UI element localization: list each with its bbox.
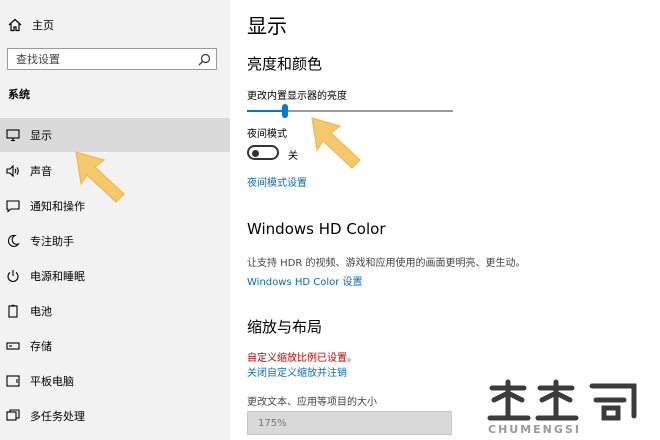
sidebar-item-battery[interactable]: 电池 bbox=[0, 294, 230, 328]
night-mode-toggle[interactable] bbox=[247, 145, 279, 160]
sidebar-item-label: 多任务处理 bbox=[30, 410, 85, 423]
slider-track bbox=[288, 110, 453, 112]
monitor-icon bbox=[6, 129, 20, 142]
sidebar: 主页 查找设置 系统 显示 声音 通知和操作 专注助手 电源和睡眠 电池 存储 … bbox=[0, 0, 230, 440]
main-content: 显示 亮度和颜色 更改内置显示器的亮度 夜间模式 关 夜间模式设置 Window… bbox=[230, 0, 660, 440]
brightness-slider-label: 更改内置显示器的亮度 bbox=[247, 91, 347, 102]
home-label: 主页 bbox=[32, 19, 54, 32]
home-link[interactable]: 主页 bbox=[8, 16, 54, 34]
sidebar-item-label: 声音 bbox=[30, 165, 52, 178]
sidebar-item-label: 电源和睡眠 bbox=[30, 270, 85, 283]
sidebar-item-label: 存储 bbox=[30, 340, 52, 353]
hdr-heading: Windows HD Color bbox=[247, 220, 386, 238]
multitask-icon bbox=[6, 409, 20, 421]
page-title: 显示 bbox=[247, 14, 287, 38]
scale-heading: 缩放与布局 bbox=[247, 318, 323, 336]
sidebar-item-label: 专注助手 bbox=[30, 235, 74, 248]
night-mode-settings-link[interactable]: 夜间模式设置 bbox=[247, 174, 307, 189]
sidebar-item-tablet[interactable]: 平板电脑 bbox=[0, 364, 230, 398]
scale-size-value: 175% bbox=[258, 417, 287, 429]
tablet-icon bbox=[6, 375, 20, 387]
battery-icon bbox=[8, 304, 18, 318]
scale-size-dropdown[interactable]: 175% bbox=[247, 411, 452, 435]
section-title: 系统 bbox=[8, 88, 30, 101]
night-mode-toggle-state: 关 bbox=[288, 151, 298, 162]
sidebar-item-display[interactable]: 显示 bbox=[0, 118, 230, 152]
hdr-settings-link[interactable]: Windows HD Color 设置 bbox=[247, 273, 363, 288]
sidebar-item-label: 显示 bbox=[30, 129, 52, 142]
search-input[interactable]: 查找设置 bbox=[7, 48, 217, 70]
moon-icon bbox=[7, 234, 20, 247]
brightness-heading: 亮度和颜色 bbox=[247, 55, 323, 73]
storage-icon bbox=[6, 342, 20, 350]
search-icon[interactable] bbox=[198, 53, 211, 66]
watermark-sub: CHUMENGSI bbox=[488, 423, 581, 436]
slider-track-fill bbox=[247, 110, 282, 112]
hdr-description: 让支持 HDR 的视频、游戏和应用使用的画面更明亮、更生动。 bbox=[247, 258, 526, 269]
notification-icon bbox=[6, 200, 20, 213]
arrow-pointer-icon bbox=[311, 117, 361, 169]
disable-custom-scale-link[interactable]: 关闭自定义缩放并注销 bbox=[247, 364, 347, 379]
search-placeholder: 查找设置 bbox=[16, 53, 60, 66]
power-icon bbox=[7, 270, 19, 283]
slider-thumb[interactable] bbox=[282, 104, 288, 118]
speaker-icon bbox=[6, 164, 19, 178]
sidebar-item-storage[interactable]: 存储 bbox=[0, 329, 230, 363]
sidebar-item-focus-assist[interactable]: 专注助手 bbox=[0, 224, 230, 258]
arrow-pointer-icon bbox=[75, 151, 125, 203]
toggle-knob bbox=[252, 149, 259, 157]
sidebar-item-multitasking[interactable]: 多任务处理 bbox=[0, 399, 230, 433]
sidebar-item-label: 平板电脑 bbox=[30, 375, 74, 388]
night-mode-label: 夜间模式 bbox=[247, 129, 287, 140]
sidebar-item-power[interactable]: 电源和睡眠 bbox=[0, 259, 230, 293]
sidebar-item-label: 电池 bbox=[30, 305, 52, 318]
custom-scale-warning: 自定义缩放比例已设置。 bbox=[247, 353, 357, 364]
scale-size-label: 更改文本、应用等项目的大小 bbox=[247, 397, 377, 408]
home-icon bbox=[8, 18, 22, 32]
